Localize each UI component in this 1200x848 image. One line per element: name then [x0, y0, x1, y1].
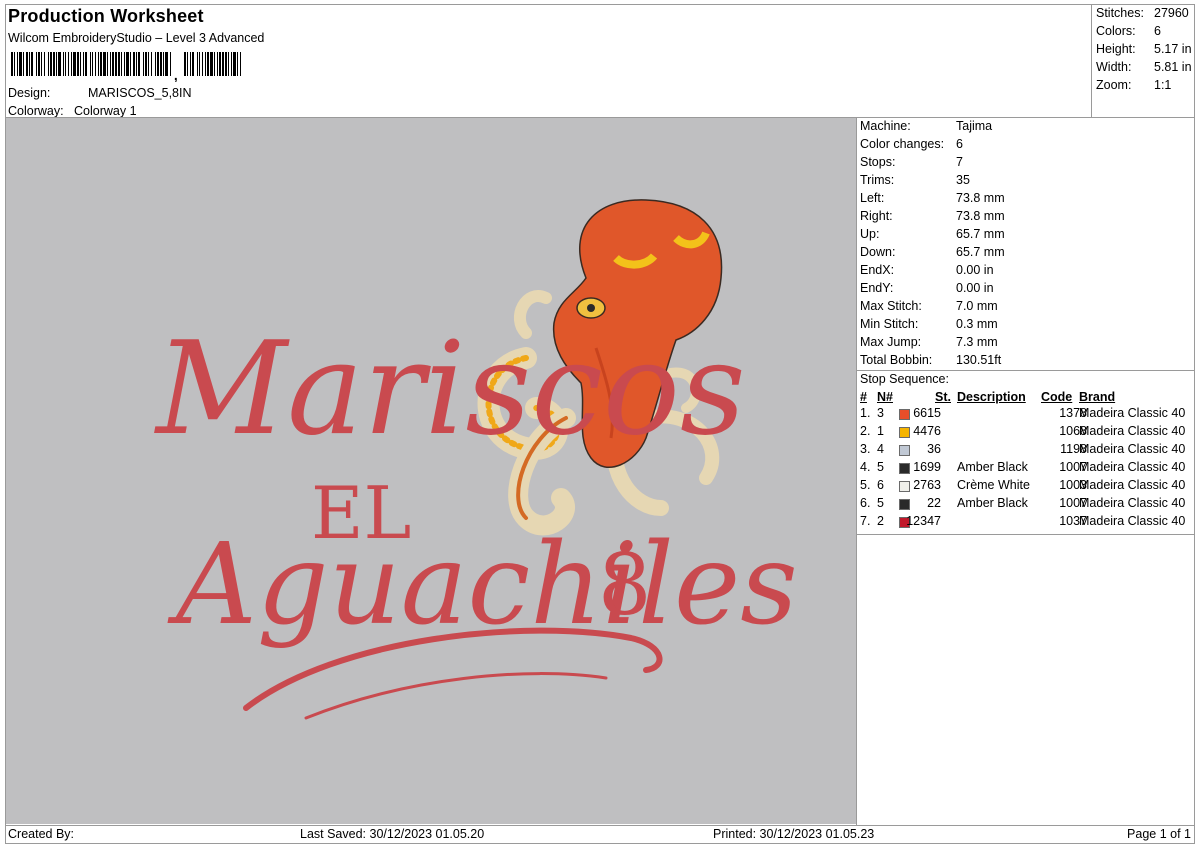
embroidery-artwork: Mariscos EL Aguachiles 8 — [154, 199, 798, 720]
last-saved: Last Saved: 30/12/2023 01.05.20 — [300, 827, 485, 841]
lettering-numeral: 8 — [598, 536, 651, 634]
colorway-label: Colorway: — [8, 104, 64, 118]
stop-sequence-heading: Stop Sequence: — [860, 372, 949, 386]
page-number: Page 1 of 1 — [1127, 827, 1191, 841]
summary-row: Colors: 6 — [1096, 24, 1161, 38]
summary-row: Zoom: 1:1 — [1096, 78, 1172, 92]
stop-row: 7. 2 12347 1037 Madeira Classic 40 — [860, 514, 1186, 528]
colorway-value: Colorway 1 — [74, 104, 137, 118]
summary-row: Width: 5.81 in — [1096, 60, 1192, 74]
machine-row: Down: 65.7 mm — [860, 245, 1005, 259]
machine-row: Trims: 35 — [860, 173, 970, 187]
stop-row: 1. 3 6615 1378 Madeira Classic 40 — [860, 406, 1186, 420]
machine-row: EndX: 0.00 in — [860, 263, 994, 277]
machine-row: Machine: Tajima — [860, 119, 993, 133]
stop-row: 4. 5 1699 Amber Black 1007 Madeira Class… — [860, 460, 1186, 474]
lettering-line-1: Mariscos — [154, 315, 746, 464]
machine-row: Stops: 7 — [860, 155, 963, 169]
machine-row: Total Bobbin: 130.51ft — [860, 353, 1002, 367]
col-header-stitches: St. — [935, 390, 951, 404]
design-row: Design: MARISCOS_5,8IN — [8, 86, 192, 100]
machine-row: Max Jump: 7.3 mm — [860, 335, 998, 349]
col-header-code: Code — [1041, 390, 1073, 404]
colorway-row: Colorway: Colorway 1 — [8, 104, 137, 118]
stop-row: 5. 6 2763 Crème White 1003 Madeira Class… — [860, 478, 1186, 492]
stop-row: 3. 4 36 1198 Madeira Classic 40 — [860, 442, 1186, 456]
summary-row: Height: 5.17 in — [1096, 42, 1192, 56]
svg-text:,: , — [173, 63, 179, 82]
machine-info-panel: Machine: Tajima Color changes: 6 Stops: 7 T… — [857, 118, 1195, 370]
color-swatch — [899, 481, 910, 492]
barcode: , — [11, 52, 241, 82]
worksheet-footer: Created By: Last Saved: 30/12/2023 01.05… — [5, 825, 1195, 844]
design-label: Design: — [8, 86, 51, 100]
col-header-index: # — [860, 390, 867, 404]
color-swatch — [899, 445, 910, 456]
software-subtitle: Wilcom EmbroideryStudio – Level 3 Advanc… — [8, 31, 265, 45]
col-header-brand: Brand — [1079, 390, 1116, 404]
machine-row: Up: 65.7 mm — [860, 227, 1005, 241]
col-header-needle: N# — [877, 390, 893, 404]
color-swatch — [899, 427, 910, 438]
design-value: MARISCOS_5,8IN — [88, 86, 192, 100]
machine-row: Min Stitch: 0.3 mm — [860, 317, 998, 331]
created-by: Created By: — [8, 827, 75, 841]
worksheet-header: Production Worksheet Wilcom EmbroiderySt… — [5, 4, 1092, 118]
machine-row: Left: 73.8 mm — [860, 191, 1005, 205]
printed-date: Printed: 30/12/2023 01.05.23 — [713, 827, 875, 841]
stop-row: 2. 1 4476 1068 Madeira Classic 40 — [860, 424, 1186, 438]
machine-row: Right: 73.8 mm — [860, 209, 1005, 223]
page-title: Production Worksheet — [8, 6, 204, 26]
machine-row: EndY: 0.00 in — [860, 281, 994, 295]
machine-row: Max Stitch: 7.0 mm — [860, 299, 998, 313]
color-swatch — [899, 499, 910, 510]
stops-divider — [857, 534, 1195, 535]
color-swatch — [899, 409, 910, 420]
col-header-description: Description — [957, 390, 1026, 404]
summary-row: Stitches: 27960 — [1096, 6, 1189, 20]
stop-row: 6. 5 22 Amber Black 1007 Madeira Classic… — [860, 496, 1186, 510]
machine-row: Color changes: 6 — [860, 137, 963, 151]
stop-sequence-panel: Stop Sequence: # N# St. Description Code… — [857, 370, 1195, 534]
design-preview: Mariscos EL Aguachiles 8 — [6, 118, 856, 824]
color-swatch — [899, 463, 910, 474]
summary-panel: Stitches: 27960 Colors: 6 Height: 5.17 in W… — [1091, 4, 1195, 117]
